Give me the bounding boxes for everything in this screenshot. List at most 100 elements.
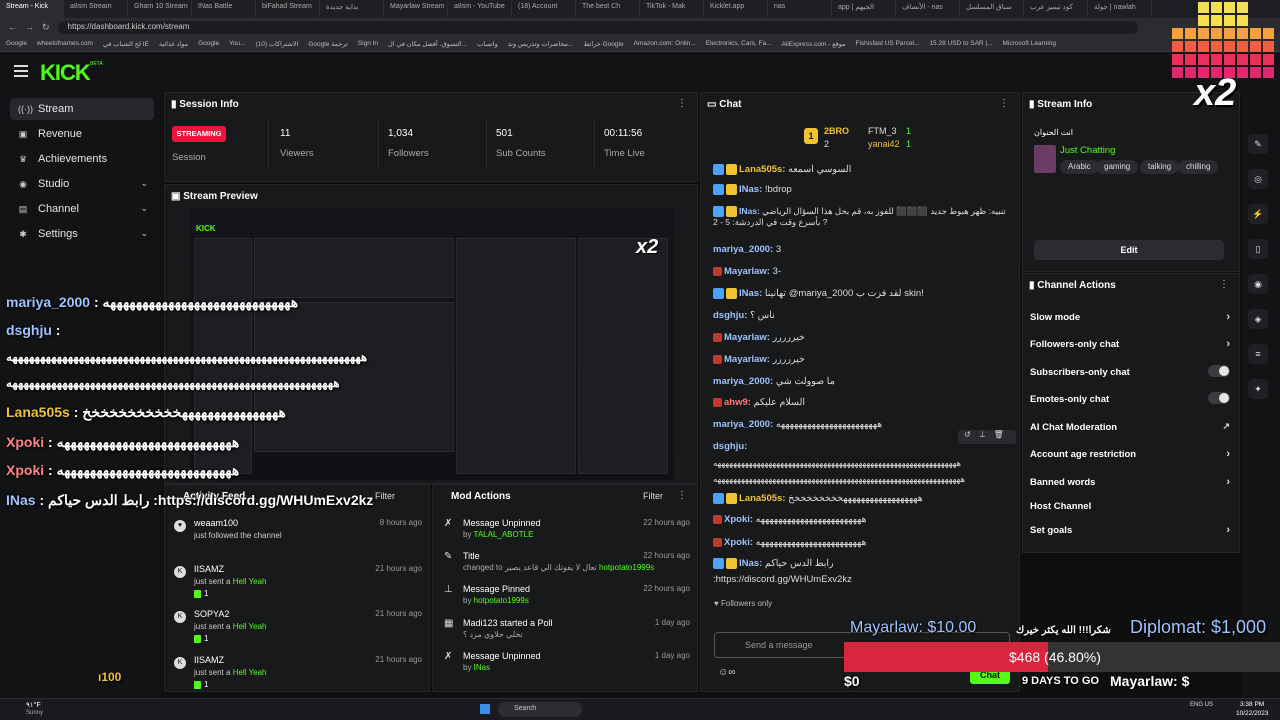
browser-tab[interactable]: Gharn 10 Stream bbox=[128, 0, 192, 18]
browser-tab[interactable]: The best Ch bbox=[576, 0, 640, 18]
bookmark-link[interactable]: wheelofnames.com bbox=[37, 40, 93, 47]
chat-message[interactable]: mariya_2000: 3 bbox=[713, 244, 1013, 255]
bookmark-link[interactable]: Sign In bbox=[358, 40, 378, 47]
chat-message[interactable]: Mayarlaw: خيررررر bbox=[713, 354, 1013, 365]
channel-action-followers-only-chat[interactable]: Followers-only chat › bbox=[1030, 338, 1230, 353]
chat-username[interactable]: Mayarlaw: bbox=[724, 354, 770, 365]
sidebar-item-settings[interactable]: ✱ Settings ⌄ bbox=[10, 223, 154, 245]
chat-username[interactable]: Lana505s: bbox=[739, 493, 785, 504]
activity-item[interactable]: ♥ weaam100 just followed the channel 8 hour… bbox=[174, 518, 426, 562]
channel-action-account-age-restriction[interactable]: Account age restriction › bbox=[1030, 448, 1230, 463]
bookmark-link[interactable]: AliExpress.com - موقع bbox=[782, 40, 846, 48]
tag-pill[interactable]: chilling bbox=[1178, 160, 1219, 174]
mod-action-user[interactable]: TALAL_ABOTLE bbox=[474, 530, 534, 539]
bolt-icon[interactable]: ⚡ bbox=[1248, 204, 1268, 224]
tag-pill[interactable]: gaming bbox=[1096, 160, 1139, 174]
language-indicator[interactable]: ENG US bbox=[1190, 702, 1213, 708]
top-gifter-1[interactable]: 2BRO bbox=[824, 126, 849, 136]
sidebar-item-achievements[interactable]: ♛ Achievements bbox=[10, 148, 154, 170]
hamburger-menu-icon[interactable] bbox=[14, 65, 28, 77]
chat-username[interactable]: dsghju: bbox=[713, 441, 747, 452]
activity-username[interactable]: SOPYA2 bbox=[194, 609, 229, 619]
activity-item[interactable]: K SOPYA2 just sent a Hell Yeah 21 hours ago… bbox=[174, 609, 426, 653]
sidebar-item-channel[interactable]: ▤ Channel ⌄ bbox=[10, 198, 154, 220]
channel-action-set-goals[interactable]: Set goals › bbox=[1030, 524, 1230, 539]
channel-action-banned-words[interactable]: Banned words › bbox=[1030, 476, 1230, 491]
chat-message[interactable]: Xpoki: ههههههههههههههههههههههههه bbox=[713, 537, 1013, 548]
chat-username[interactable]: INas: bbox=[739, 206, 760, 216]
browser-tab[interactable]: a8sm - YouTube bbox=[448, 0, 512, 18]
reload-icon[interactable]: ↻ bbox=[42, 22, 50, 33]
bookmark-link[interactable]: Amazon.com: Onlin... bbox=[634, 40, 696, 47]
chat-message[interactable]: mariya_2000: هههههههههههههههههههههههه bbox=[713, 419, 1013, 430]
browser-tab[interactable]: Stream - Kick bbox=[0, 0, 64, 18]
pencil-icon[interactable]: ✎ bbox=[1248, 134, 1268, 154]
toggle-switch[interactable] bbox=[1208, 365, 1230, 377]
stream-category[interactable]: Just Chatting bbox=[1060, 145, 1115, 156]
sidebar-item-revenue[interactable]: ▣ Revenue bbox=[10, 123, 154, 145]
browser-tab[interactable]: app | الجيهم bbox=[832, 0, 896, 18]
activity-username[interactable]: weaam100 bbox=[194, 518, 238, 528]
browser-tab[interactable]: Mayarlaw Stream bbox=[384, 0, 448, 18]
tag-pill[interactable]: talking bbox=[1140, 160, 1180, 174]
wrench-icon[interactable]: ✦ bbox=[1248, 379, 1268, 399]
broadcast-icon[interactable]: ◈ bbox=[1248, 309, 1268, 329]
chat-username[interactable]: Mayarlaw: bbox=[724, 332, 770, 343]
target-icon[interactable]: ◎ bbox=[1248, 169, 1268, 189]
browser-tab[interactable]: جولة | nawlah bbox=[1088, 0, 1152, 18]
sidebar-item-stream[interactable]: ((·)) Stream bbox=[10, 98, 154, 120]
channel-action-ai-chat-moderation[interactable]: AI Chat Moderation ↗ bbox=[1030, 421, 1230, 436]
chat-username[interactable]: mariya_2000: bbox=[713, 376, 773, 387]
chat-message[interactable]: INas: تهانينا @mariya_2000 لقد فزت ب ski… bbox=[713, 288, 1013, 299]
channel-actions-kebab-icon[interactable]: ⋮ bbox=[1219, 279, 1229, 290]
activity-username[interactable]: IISAMZ bbox=[194, 655, 224, 665]
chat-message[interactable]: mariya_2000: ما صوولت شي bbox=[713, 376, 1013, 387]
bookmark-link[interactable]: 15.28 USD to SAR |... bbox=[929, 40, 992, 47]
windows-start-icon[interactable] bbox=[480, 704, 490, 714]
bookmark-link[interactable]: التسوق، أفضل مكان في ال... bbox=[388, 40, 467, 48]
chat-username[interactable]: ahw9: bbox=[724, 397, 751, 408]
browser-tab[interactable]: الأنصاف - nas bbox=[896, 0, 960, 18]
chat-kebab-icon[interactable]: ⋮ bbox=[999, 98, 1009, 109]
kick-logo[interactable]: KICK bbox=[40, 60, 91, 86]
chat-username[interactable]: Mayarlaw: bbox=[724, 266, 770, 277]
stream-preview-video[interactable]: KICK bbox=[190, 208, 674, 480]
browser-tab[interactable]: nas bbox=[768, 0, 832, 18]
edit-stream-info-button[interactable]: Edit bbox=[1034, 240, 1224, 260]
chat-username[interactable]: INas: bbox=[739, 558, 762, 569]
top-gifter-2[interactable]: FTM_3 bbox=[868, 126, 897, 136]
chat-username[interactable]: mariya_2000: bbox=[713, 244, 773, 255]
chat-username[interactable]: INas: bbox=[739, 288, 762, 299]
session-kebab-icon[interactable]: ⋮ bbox=[677, 98, 687, 109]
chat-message[interactable]: INas: !bdrop bbox=[713, 184, 1013, 195]
chat-username[interactable]: Xpoki: bbox=[724, 537, 753, 548]
browser-tab[interactable]: a8sm Stream bbox=[64, 0, 128, 18]
bookmark-link[interactable]: Microsoft Learning bbox=[1003, 40, 1056, 47]
chat-message[interactable]: ahw9: السلام عليكم bbox=[713, 397, 1013, 408]
message-actions[interactable]: ↺⊥🗑 bbox=[958, 430, 1016, 444]
browser-tab[interactable]: (18) Account bbox=[512, 0, 576, 18]
back-icon[interactable]: ← bbox=[8, 22, 17, 32]
tag-pill[interactable]: Arabic bbox=[1060, 160, 1099, 174]
chat-message[interactable]: dsghju: ناس ؟ bbox=[713, 310, 1013, 321]
mod-kebab-icon[interactable]: ⋮ bbox=[677, 490, 687, 501]
browser-tab[interactable]: INas Battle bbox=[192, 0, 256, 18]
activity-item[interactable]: K IISAMZ just sent a Hell Yeah 21 hours ago… bbox=[174, 564, 426, 608]
chat-username[interactable]: dsghju: bbox=[713, 310, 747, 321]
browser-tab[interactable]: biFahad Stream bbox=[256, 0, 320, 18]
bookmark-link[interactable]: (10) الاشتراكات bbox=[255, 40, 298, 48]
chat-username[interactable]: mariya_2000: bbox=[713, 419, 773, 430]
browser-tab[interactable]: سباق المسلسل bbox=[960, 0, 1024, 18]
bookmark-link[interactable]: لج الشباب في IE bbox=[103, 40, 149, 48]
chat-bubble-icon[interactable]: ◉ bbox=[1248, 274, 1268, 294]
bookmark-link[interactable]: Google bbox=[6, 40, 27, 47]
browser-tab[interactable]: كود تيميز عرب bbox=[1024, 0, 1088, 18]
mod-action-user[interactable]: INas bbox=[474, 663, 490, 672]
chat-username[interactable]: INas: bbox=[739, 184, 762, 195]
clock-time[interactable]: 3:38 PM bbox=[1240, 701, 1264, 708]
chat-message[interactable]: Xpoki: ههههههههههههههههههههههههه bbox=[713, 514, 1013, 525]
browser-tab[interactable]: بداية جديدة bbox=[320, 0, 384, 18]
bookmark-link[interactable]: You... bbox=[229, 40, 245, 47]
toggle-switch[interactable] bbox=[1208, 392, 1230, 404]
url-input[interactable]: https://dashboard.kick.com/stream bbox=[57, 20, 1138, 34]
